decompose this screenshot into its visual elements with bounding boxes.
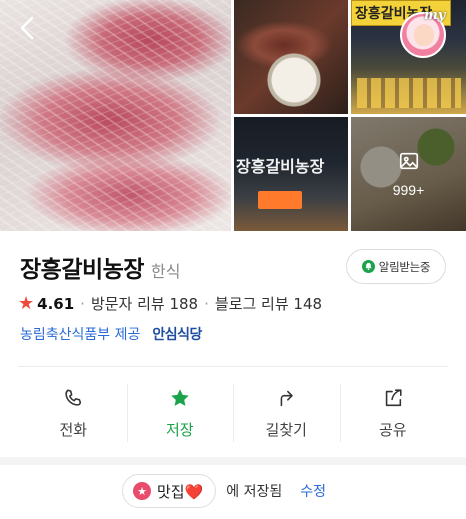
edit-saved-button[interactable]: 수정 bbox=[300, 481, 326, 501]
provider-row: 농림축산식품부 제공 안심식당 bbox=[20, 324, 202, 344]
visitor-review-link[interactable]: 방문자 리뷰 188 bbox=[91, 293, 198, 314]
directions-button[interactable]: 길찾기 bbox=[233, 370, 340, 456]
folder-star-icon: ★ bbox=[133, 482, 151, 500]
back-button[interactable] bbox=[14, 14, 42, 42]
saved-folder-row: ★ 맛집❤️ 에 저장됨 수정 bbox=[122, 474, 326, 508]
chevron-left-icon bbox=[20, 16, 34, 40]
notification-label: 알림받는중 bbox=[378, 261, 431, 274]
call-label: 전화 bbox=[59, 420, 88, 439]
share-button[interactable]: 공유 bbox=[339, 370, 447, 456]
gallery-icon bbox=[398, 150, 420, 176]
saved-status-text: 에 저장됨 bbox=[226, 484, 283, 500]
notification-toggle-button[interactable]: 알림받는중 bbox=[346, 249, 446, 284]
provider-link[interactable]: 농림축산식품부 제공 bbox=[20, 324, 140, 344]
bell-icon bbox=[361, 260, 375, 273]
place-title-row: 장흥갈비농장 한식 bbox=[20, 250, 180, 284]
photo-count: 999+ bbox=[392, 182, 425, 198]
rating-score: 4.61 bbox=[37, 294, 75, 313]
my-profile-badge[interactable]: my bbox=[400, 6, 452, 58]
folder-name: 맛집❤️ bbox=[157, 482, 204, 501]
phone-icon bbox=[65, 388, 82, 406]
rating-row: ★ 4.61 · 방문자 리뷰 188 · 블로그 리뷰 148 bbox=[18, 293, 322, 314]
section-separator bbox=[0, 457, 466, 465]
divider bbox=[18, 366, 448, 367]
photo-grilled-meat[interactable] bbox=[234, 0, 348, 114]
blog-review-link[interactable]: 블로그 리뷰 148 bbox=[215, 293, 322, 314]
action-bar: 전화 저장 길찾기 공유 bbox=[20, 370, 446, 456]
separator: · bbox=[80, 294, 85, 313]
share-icon bbox=[385, 388, 402, 406]
safe-restaurant-mark: 안심식당 bbox=[152, 327, 202, 343]
more-photos-button[interactable]: 999+ bbox=[351, 117, 466, 231]
directions-icon bbox=[280, 390, 293, 406]
place-category: 한식 bbox=[150, 262, 181, 281]
call-button[interactable]: 전화 bbox=[20, 370, 127, 456]
rating-star-icon: ★ bbox=[18, 292, 35, 314]
save-label: 저장 bbox=[165, 420, 194, 439]
my-badge-text: my bbox=[424, 8, 446, 23]
directions-label: 길찾기 bbox=[265, 420, 307, 439]
saved-folder-chip[interactable]: ★ 맛집❤️ bbox=[122, 474, 217, 508]
photo-storefront-sign[interactable]: 장흥갈비농장 bbox=[234, 117, 348, 231]
share-label: 공유 bbox=[378, 420, 407, 439]
separator: · bbox=[204, 294, 209, 313]
star-icon bbox=[171, 388, 189, 406]
photo-gallery: 장흥갈비농장 장흥갈비농장 999+ my bbox=[0, 0, 466, 231]
storefront-sign-text: 장흥갈비농장 bbox=[236, 157, 325, 176]
save-button[interactable]: 저장 bbox=[126, 370, 234, 456]
place-name: 장흥갈비농장 bbox=[20, 257, 144, 283]
